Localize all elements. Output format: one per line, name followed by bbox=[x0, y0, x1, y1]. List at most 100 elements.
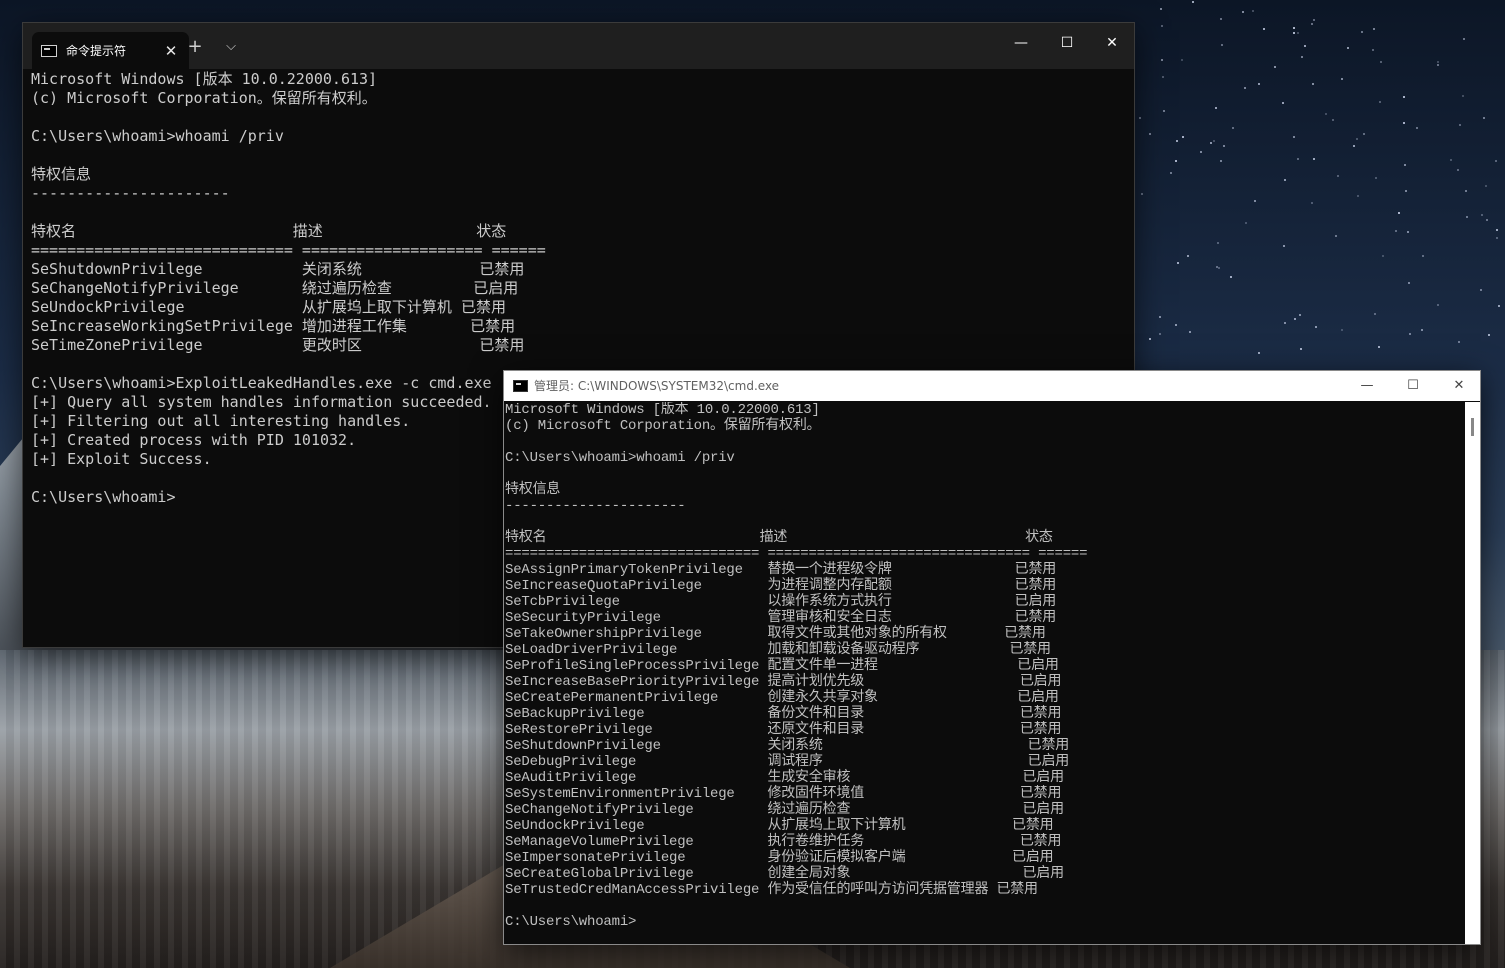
star bbox=[1378, 101, 1381, 104]
console-close-button[interactable]: ✕ bbox=[1436, 371, 1482, 401]
star bbox=[1481, 214, 1484, 217]
star bbox=[1312, 18, 1315, 21]
star bbox=[1216, 241, 1219, 244]
star bbox=[1174, 323, 1177, 326]
output-line: SeManageVolumePrivilege 执行卷维护任务 已禁用 bbox=[505, 834, 1062, 850]
star bbox=[1465, 190, 1468, 193]
console-scrollbar-thumb[interactable] bbox=[1471, 418, 1474, 436]
new-tab-button[interactable]: + bbox=[181, 35, 209, 59]
star bbox=[1257, 83, 1260, 86]
star bbox=[1303, 45, 1306, 48]
star bbox=[1437, 303, 1440, 306]
close-button[interactable]: ✕ bbox=[1089, 23, 1135, 63]
tab-dropdown-button[interactable]: ⌵ bbox=[217, 35, 245, 59]
star bbox=[1360, 31, 1363, 34]
minimize-button[interactable]: — bbox=[998, 23, 1044, 63]
terminal-tab[interactable]: 命令提示符 ✕ bbox=[32, 32, 189, 69]
console-maximize-button[interactable]: ☐ bbox=[1390, 371, 1436, 401]
star bbox=[1480, 288, 1482, 291]
star bbox=[1242, 10, 1245, 13]
star bbox=[1337, 175, 1340, 178]
star bbox=[1406, 230, 1409, 233]
console-scrollbar[interactable] bbox=[1465, 402, 1480, 944]
output-line: 特权名 描述 状态 bbox=[31, 222, 507, 240]
output-line: SeTimeZonePrivilege 更改时区 已禁用 bbox=[31, 336, 525, 354]
console-minimize-button[interactable]: — bbox=[1344, 371, 1390, 401]
output-line: SeChangeNotifyPrivilege 绕过遍历检查 已启用 bbox=[31, 279, 519, 297]
star bbox=[1378, 345, 1381, 348]
output-line: SeProfileSingleProcessPrivilege 配置文件单一进程… bbox=[505, 658, 1059, 674]
star bbox=[1463, 37, 1466, 40]
star bbox=[1437, 60, 1440, 63]
star bbox=[1187, 254, 1190, 257]
star bbox=[1292, 27, 1295, 30]
star bbox=[1371, 48, 1374, 51]
star bbox=[1395, 230, 1398, 233]
star bbox=[1161, 58, 1164, 61]
output-line: Microsoft Windows [版本 10.0.22000.613] bbox=[31, 70, 378, 88]
star bbox=[1160, 24, 1163, 27]
star bbox=[1402, 96, 1405, 99]
star bbox=[1485, 185, 1487, 188]
console-titlebar[interactable]: 管理员: C:\WINDOWS\SYSTEM32\cmd.exe — ☐ ✕ bbox=[504, 371, 1480, 401]
star bbox=[1421, 329, 1424, 332]
star bbox=[1138, 116, 1141, 119]
star bbox=[1244, 87, 1247, 90]
star bbox=[1312, 82, 1315, 85]
star bbox=[1220, 159, 1223, 162]
star bbox=[1282, 245, 1285, 248]
output-line: C:\Users\whoami>whoami /priv bbox=[31, 127, 284, 145]
output-line: SeIncreaseBasePriorityPrivilege 提高计划优先级 … bbox=[505, 674, 1062, 690]
output-line: SeAssignPrimaryTokenPrivilege 替换一个进程级令牌 … bbox=[505, 562, 1057, 578]
output-line: 特权名 描述 状态 bbox=[505, 530, 1053, 546]
star bbox=[1298, 314, 1301, 317]
output-line: SeSecurityPrivilege 管理审核和安全日志 已禁用 bbox=[505, 610, 1057, 626]
star bbox=[1458, 124, 1461, 126]
star bbox=[1282, 102, 1284, 105]
star bbox=[1483, 116, 1486, 119]
output-line: SeBackupPrivilege 备份文件和目录 已禁用 bbox=[505, 706, 1062, 722]
output-line: SeUndockPrivilege 从扩展坞上取下计算机 已禁用 bbox=[505, 818, 1054, 834]
cmd-icon bbox=[513, 380, 528, 392]
star bbox=[1162, 109, 1165, 112]
star bbox=[1374, 313, 1377, 316]
star bbox=[1212, 140, 1215, 143]
output-line: SeSystemEnvironmentPrivilege 修改固件环境值 已禁用 bbox=[505, 786, 1062, 802]
star bbox=[1449, 158, 1452, 161]
star bbox=[1465, 215, 1468, 218]
star bbox=[1397, 211, 1400, 214]
star bbox=[1175, 140, 1178, 143]
star bbox=[1232, 126, 1235, 129]
tab-close-icon[interactable]: ✕ bbox=[161, 42, 181, 60]
star bbox=[1403, 121, 1406, 124]
output-line: SeCreateGlobalPrivilege 创建全局对象 已启用 bbox=[505, 866, 1064, 882]
star bbox=[1488, 333, 1491, 336]
star bbox=[1311, 201, 1314, 204]
star bbox=[1408, 332, 1411, 335]
star bbox=[1415, 126, 1418, 129]
output-line: SeChangeNotifyPrivilege 绕过遍历检查 已启用 bbox=[505, 802, 1064, 818]
star bbox=[1357, 194, 1360, 197]
star bbox=[1199, 150, 1202, 153]
output-line: (c) Microsoft Corporation。保留所有权利。 bbox=[31, 89, 377, 107]
output-line: SeImpersonatePrivilege 身份验证后模拟客户端 已启用 bbox=[505, 850, 1054, 866]
output-line: ============================= ==========… bbox=[31, 241, 546, 259]
tab-title: 命令提示符 bbox=[66, 44, 127, 58]
star bbox=[1380, 60, 1383, 63]
terminal-titlebar[interactable]: 命令提示符 ✕ + ⌵ — ☐ ✕ bbox=[23, 23, 1134, 69]
star bbox=[1437, 64, 1440, 67]
maximize-button[interactable]: ☐ bbox=[1044, 23, 1090, 63]
output-line: SeDebugPrivilege 调试程序 已启用 bbox=[505, 754, 1070, 770]
star bbox=[1363, 133, 1366, 136]
star bbox=[1299, 348, 1302, 351]
star bbox=[1353, 144, 1356, 147]
star bbox=[1148, 338, 1151, 341]
output-line: SeIncreaseWorkingSetPrivilege 增加进程工作集 已禁… bbox=[31, 317, 516, 335]
star bbox=[1262, 27, 1265, 30]
console-output[interactable]: Microsoft Windows [版本 10.0.22000.613] (c)… bbox=[505, 402, 1464, 944]
